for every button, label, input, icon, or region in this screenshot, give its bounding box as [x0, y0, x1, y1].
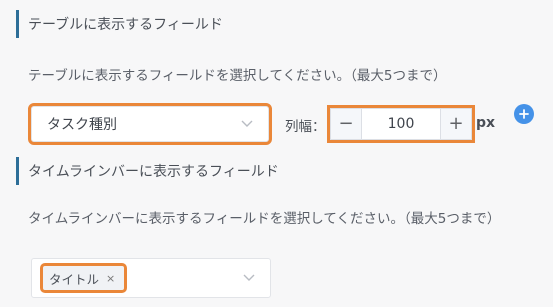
field-settings-panel: テーブルに表示するフィールド テーブルに表示するフィールドを選択してください。（…	[0, 0, 553, 307]
add-field-button[interactable]	[514, 104, 534, 124]
plus-circle-icon	[519, 109, 529, 119]
table-field-select[interactable]: タスク種別	[28, 103, 272, 145]
increment-button[interactable]: +	[440, 109, 471, 139]
section-accent-bar	[16, 10, 19, 38]
column-width-label: 列幅：	[285, 119, 326, 135]
close-icon[interactable]: ×	[106, 272, 115, 285]
timeline-fields-heading: タイムラインバーに表示するフィールド	[16, 157, 279, 185]
column-width-input[interactable]: 100	[362, 109, 440, 139]
decrement-button[interactable]: −	[331, 109, 362, 139]
chevron-down-icon	[241, 120, 253, 127]
chevron-down-icon	[243, 274, 255, 281]
unit-label: px	[476, 115, 496, 131]
column-width-stepper[interactable]: − 100 +	[327, 105, 475, 143]
tag-label: タイトル	[49, 271, 100, 287]
table-fields-description: テーブルに表示するフィールドを選択してください。（最大5つまで）	[28, 68, 447, 84]
table-fields-title: テーブルに表示するフィールド	[28, 17, 223, 33]
timeline-fields-description: タイムラインバーに表示するフィールドを選択してください。（最大5つまで）	[28, 211, 501, 227]
section-accent-bar	[16, 157, 19, 185]
table-fields-heading: テーブルに表示するフィールド	[16, 10, 223, 38]
table-field-select-value: タスク種別	[47, 117, 117, 133]
timeline-fields-title: タイムラインバーに表示するフィールド	[28, 164, 279, 180]
selected-field-tag: タイトル ×	[40, 263, 127, 293]
